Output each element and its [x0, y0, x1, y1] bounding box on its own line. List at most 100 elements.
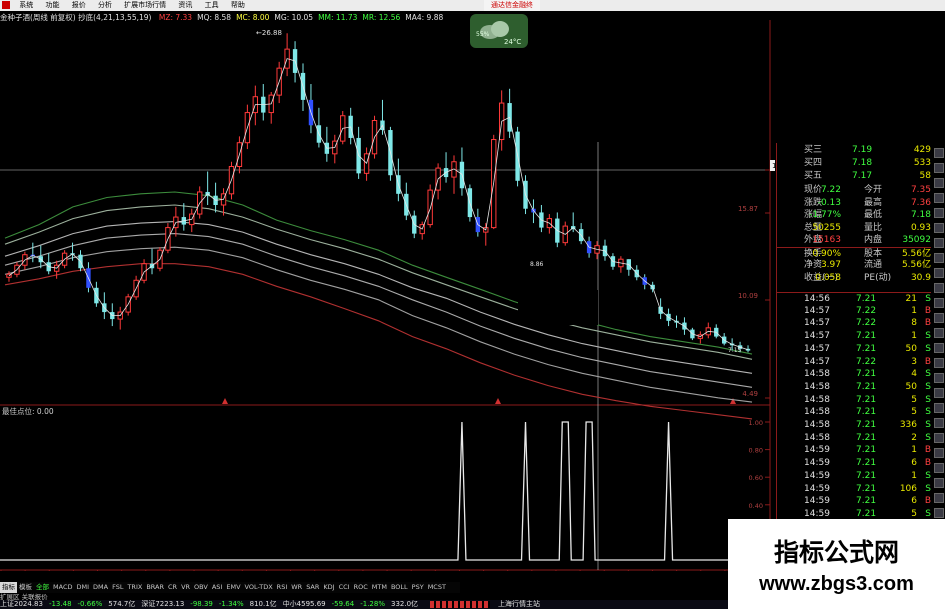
tick-side: S — [925, 407, 931, 418]
indicator-tab[interactable]: CCI — [337, 582, 352, 593]
indicator-tab[interactable]: RSI — [275, 582, 290, 593]
tick-price: 7.22 — [856, 305, 877, 316]
tick-price: 7.21 — [856, 496, 877, 507]
tick-side: S — [925, 381, 931, 392]
tick-row: 14:57 7.22 1 B — [776, 305, 931, 318]
tick-side: B — [924, 445, 931, 456]
side-toolbar-button[interactable] — [934, 223, 944, 233]
side-toolbar-button[interactable] — [934, 268, 944, 278]
tick-row: 14:57 7.22 8 B — [776, 317, 931, 330]
indicator-tab[interactable]: MACD — [51, 582, 74, 593]
menu-item-quote[interactable]: 报价 — [67, 0, 91, 11]
tick-price: 7.21 — [856, 420, 877, 430]
indicator-tab[interactable]: MCST — [426, 582, 448, 593]
ad-banner[interactable]: 通达信金融终 — [484, 0, 540, 11]
tick-volume: 50 — [905, 343, 917, 354]
side-toolbar-button[interactable] — [934, 493, 944, 503]
side-toolbar-button[interactable] — [934, 163, 944, 173]
side-toolbar-button[interactable] — [934, 328, 944, 338]
tick-volume: 4 — [911, 369, 917, 380]
side-toolbar-button[interactable] — [934, 283, 944, 293]
indicator-tab[interactable]: CR — [166, 582, 179, 593]
watermark-title: 指标公式网 — [773, 538, 899, 567]
side-toolbar-button[interactable] — [934, 208, 944, 218]
menu-item-tools[interactable]: 工具 — [200, 0, 224, 11]
side-toolbar-button[interactable] — [934, 373, 944, 383]
indicator-tab[interactable]: BRAR — [144, 582, 166, 593]
legend-item: MM: 11.73 — [318, 13, 358, 22]
stat-value: 3.97 — [820, 260, 841, 270]
tick-time: 14:59 — [804, 496, 830, 507]
tick-time: 14:59 — [804, 445, 830, 456]
watermark-banner: 指标公式网 www.zbgs3.com — [728, 519, 945, 609]
indicator-tab[interactable]: ASI — [210, 582, 225, 593]
indicator-tab[interactable]: VOL-TDX — [243, 582, 275, 593]
indicator-tab[interactable]: ROC — [352, 582, 370, 593]
status-item: 810.1亿 — [249, 600, 277, 608]
side-toolbar-button[interactable] — [934, 463, 944, 473]
side-toolbar-button[interactable] — [934, 403, 944, 413]
price-tick-label: 15.87 — [738, 205, 758, 213]
indicator-title: 最佳点位: 0.00 — [2, 406, 54, 416]
menu-item-system[interactable]: 系统 — [14, 0, 38, 11]
indicator-tab[interactable]: OBV — [192, 582, 210, 593]
tick-time: 14:58 — [804, 381, 830, 392]
side-toolbar-button[interactable] — [934, 193, 944, 203]
side-toolbar-button[interactable] — [934, 148, 944, 158]
indicator-tab[interactable]: DMA — [91, 582, 110, 593]
stat-row: 净资 3.97 流通 5.56亿 — [776, 259, 931, 272]
tick-volume: 8 — [911, 318, 917, 329]
indicator-tab[interactable]: KDJ — [321, 582, 336, 593]
side-toolbar-button[interactable] — [934, 298, 944, 308]
indicator-tab[interactable]: PSY — [410, 582, 426, 593]
tick-volume: 106 — [899, 483, 917, 494]
menu-item-news[interactable]: 资讯 — [173, 0, 197, 11]
side-toolbar-button[interactable] — [934, 478, 944, 488]
stat-value: -1.77% — [809, 210, 841, 220]
side-toolbar-button[interactable] — [934, 238, 944, 248]
tick-volume: 3 — [911, 356, 917, 367]
bid-row[interactable]: 买五 7.17 58 — [776, 170, 931, 183]
tick-price: 7.21 — [856, 470, 877, 481]
indicator-tab[interactable]: FSL — [110, 582, 125, 593]
indicator-tab[interactable]: TRIX — [125, 582, 144, 593]
menu-item-function[interactable]: 功能 — [40, 0, 64, 11]
side-toolbar-button[interactable] — [934, 433, 944, 443]
indicator-tab[interactable]: SAR — [304, 582, 321, 593]
legend-item: MQ: 8.58 — [197, 13, 232, 22]
side-toolbar-button[interactable] — [934, 418, 944, 428]
indicator-tab[interactable]: 模板 — [17, 582, 34, 593]
tick-side: S — [925, 420, 931, 430]
menu-item-help[interactable]: 帮助 — [226, 0, 250, 11]
side-toolbar-button[interactable] — [934, 178, 944, 188]
side-toolbar-button[interactable] — [934, 448, 944, 458]
side-toolbar-button[interactable] — [934, 253, 944, 263]
tick-row: 14:57 7.21 50 S — [776, 343, 931, 356]
indicator-tab[interactable]: EMV — [224, 582, 242, 593]
stat-value: 5.56亿 — [901, 260, 931, 270]
indicator-tab[interactable]: WR — [289, 582, 304, 593]
menu-item-extended-market[interactable]: 扩展市场行情 — [119, 0, 171, 11]
price-chart[interactable]: 18.1815.8710.094.4918.18 ←26.888.867.15 … — [0, 11, 775, 571]
menu-item-analysis[interactable]: 分析 — [93, 0, 117, 11]
side-toolbar-button[interactable] — [934, 343, 944, 353]
bid-price: 7.18 — [852, 158, 873, 168]
indicator-tab[interactable]: MTM — [370, 582, 389, 593]
bid-row[interactable]: 买三 7.19 429 — [776, 144, 931, 157]
weather-widget[interactable]: 55% 24°C — [470, 14, 528, 48]
side-toolbar-button[interactable] — [934, 388, 944, 398]
stat-label: 今开 — [864, 185, 883, 195]
indicator-tab[interactable]: DMI — [74, 582, 91, 593]
side-toolbar-button[interactable] — [934, 313, 944, 323]
side-toolbar-button[interactable] — [934, 358, 944, 368]
stat-value: 7.36 — [910, 197, 931, 208]
quote-divider — [776, 143, 777, 568]
price-tick-label: 10.09 — [738, 292, 758, 300]
bid-row[interactable]: 买四 7.18 533 — [776, 157, 931, 170]
tick-price: 7.21 — [856, 331, 877, 342]
indicator-tab[interactable]: BOLL — [389, 582, 410, 593]
indicator-tab[interactable]: 指标 — [0, 582, 17, 593]
indicator-tab[interactable]: VR — [179, 582, 192, 593]
side-toolbar-button[interactable] — [934, 508, 944, 518]
indicator-tab[interactable]: 全部 — [34, 582, 51, 593]
